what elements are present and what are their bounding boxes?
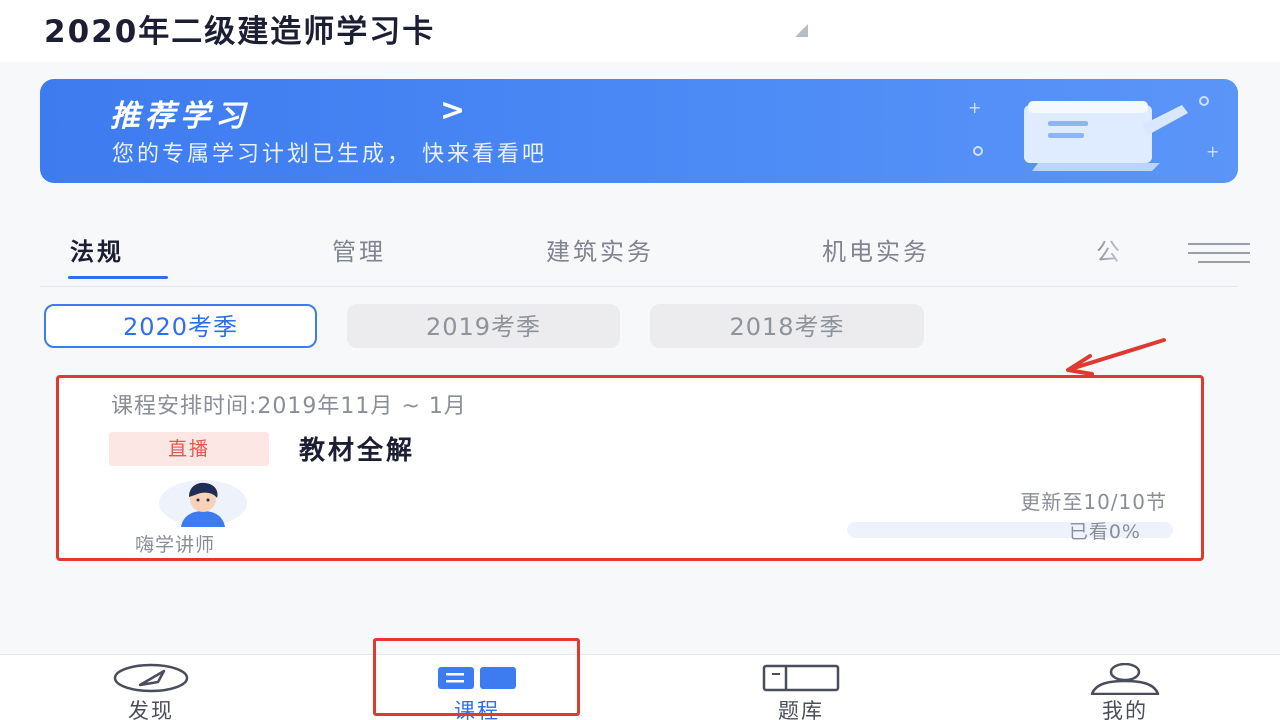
chevron-right-icon: > bbox=[440, 93, 466, 128]
live-badge: 直播 bbox=[109, 432, 269, 466]
nav-discover[interactable]: 发现 bbox=[96, 655, 206, 720]
season-2020-chip[interactable]: 2020考季 bbox=[44, 304, 317, 348]
nav-question-bank-label: 题库 bbox=[778, 699, 824, 720]
tab-management[interactable]: 管理 bbox=[332, 232, 386, 267]
teacher-avatar-icon bbox=[159, 480, 247, 527]
update-status: 更新至10/10节 bbox=[1020, 490, 1167, 514]
dropdown-caret-icon[interactable] bbox=[795, 24, 808, 37]
nav-discover-label: 发现 bbox=[128, 699, 174, 720]
tabs-fade-overlay bbox=[1090, 220, 1150, 280]
season-2018-chip[interactable]: 2018考季 bbox=[650, 304, 924, 348]
svg-text:+: + bbox=[968, 98, 981, 117]
active-tab-indicator bbox=[68, 276, 168, 279]
watched-percent: 已看0% bbox=[1068, 521, 1141, 543]
season-2019-chip[interactable]: 2019考季 bbox=[347, 304, 620, 348]
menu-icon[interactable] bbox=[1188, 240, 1250, 266]
recommend-study-banner[interactable]: 推荐学习 > 您的专属学习计划已生成， 快来看看吧 + + bbox=[40, 79, 1238, 183]
tab-construction-practice[interactable]: 建筑实务 bbox=[546, 232, 654, 267]
course-card[interactable]: 课程安排时间:2019年11月 ~ 1月 直播 教材全解 嗨学讲师 更新至10/… bbox=[56, 375, 1204, 561]
compass-icon bbox=[113, 663, 189, 693]
user-icon bbox=[1090, 663, 1160, 695]
annotation-arrow-icon bbox=[1066, 338, 1166, 376]
course-schedule: 课程安排时间:2019年11月 ~ 1月 bbox=[111, 394, 467, 419]
tab-electromechanical-practice[interactable]: 机电实务 bbox=[822, 232, 930, 267]
course-title: 教材全解 bbox=[299, 436, 416, 466]
svg-text:+: + bbox=[1206, 142, 1219, 161]
question-bank-icon bbox=[762, 664, 840, 692]
banner-subtitle: 您的专属学习计划已生成， 快来看看吧 bbox=[112, 142, 547, 167]
annotation-highlight-box bbox=[373, 638, 580, 716]
app-header: 2020年二级建造师学习卡 bbox=[0, 0, 1280, 62]
bottom-navigation: 发现 课程 题库 我的 bbox=[0, 654, 1280, 720]
page-title[interactable]: 2020年二级建造师学习卡 bbox=[44, 6, 435, 51]
nav-profile-label: 我的 bbox=[1102, 699, 1148, 720]
banner-title: 推荐学习 bbox=[110, 99, 250, 134]
study-plan-illustration-icon: + + bbox=[968, 96, 1219, 171]
teacher-name: 嗨学讲师 bbox=[135, 534, 216, 556]
subject-tabs: 法规 管理 建筑实务 机电实务 公 bbox=[0, 210, 1280, 288]
nav-question-bank[interactable]: 题库 bbox=[746, 655, 856, 720]
divider bbox=[40, 286, 1238, 287]
tab-law[interactable]: 法规 bbox=[70, 232, 124, 267]
nav-profile[interactable]: 我的 bbox=[1070, 655, 1180, 720]
